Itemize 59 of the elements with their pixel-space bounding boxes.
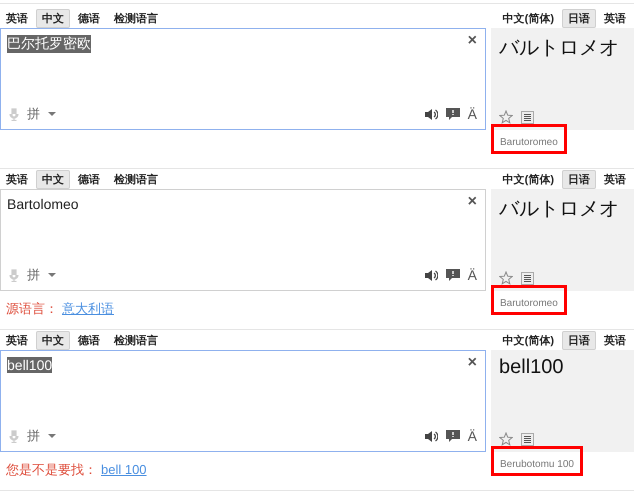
comment-icon[interactable] — [446, 268, 460, 282]
close-icon[interactable]: × — [468, 193, 477, 211]
language-tab[interactable]: 中文 — [36, 330, 70, 350]
comment-icon[interactable] — [446, 430, 460, 442]
input-field[interactable]: 巴尔托罗密欧 × 拼 Ä — [0, 28, 486, 130]
language-tab[interactable]: 中文(简体) — [496, 330, 560, 350]
romanization-text: Barutoromeo — [491, 285, 567, 315]
translation-text: バルトロメオ — [499, 197, 620, 222]
translation-text: バルトロメオ — [499, 36, 620, 61]
language-tab[interactable]: 检测语言 — [108, 170, 164, 188]
font-toggle-button[interactable]: Ä — [468, 267, 477, 283]
language-tab[interactable]: 英语 — [0, 170, 34, 188]
language-tab[interactable]: 检测语言 — [108, 8, 164, 28]
language-tab[interactable]: 日语 — [562, 8, 596, 28]
list-icon[interactable] — [521, 272, 534, 284]
input-text: 巴尔托罗密欧 — [7, 35, 91, 53]
comment-icon[interactable] — [446, 108, 460, 120]
input-text: bell100 — [7, 357, 52, 373]
list-icon[interactable] — [521, 110, 534, 124]
close-icon[interactable]: × — [468, 32, 477, 50]
speaker-icon[interactable] — [424, 108, 438, 120]
font-toggle-button[interactable]: Ä — [468, 106, 477, 122]
star-icon[interactable] — [499, 432, 513, 446]
list-icon[interactable] — [521, 432, 534, 446]
close-icon[interactable]: × — [468, 354, 477, 372]
notice-label: 源语言： — [6, 301, 58, 316]
input-text: Bartolomeo — [7, 196, 79, 212]
ime-button[interactable]: 拼 — [27, 266, 40, 284]
language-tab[interactable]: 英语 — [598, 170, 632, 188]
language-tab[interactable]: 中文 — [36, 170, 70, 188]
caret-icon[interactable] — [48, 112, 56, 116]
romanization-text: Barutoromeo — [491, 124, 567, 154]
language-tab[interactable]: 英语 — [0, 330, 34, 350]
input-field[interactable]: bell100 × 拼 Ä — [0, 350, 486, 452]
translation-text: bell100 — [499, 356, 565, 379]
star-icon[interactable] — [499, 110, 513, 124]
language-tab[interactable]: 英语 — [0, 8, 34, 28]
language-tab[interactable]: 德语 — [72, 170, 106, 188]
language-tab[interactable]: 日语 — [562, 330, 596, 350]
caret-icon[interactable] — [48, 434, 56, 438]
speaker-icon[interactable] — [424, 268, 438, 282]
language-tab[interactable]: 中文(简体) — [496, 8, 560, 28]
language-tab[interactable]: 英语 — [598, 8, 632, 28]
language-tab[interactable]: 中文 — [36, 8, 70, 28]
notice-label: 您是不是要找： — [6, 462, 97, 477]
language-tab[interactable]: 德语 — [72, 330, 106, 350]
ime-button[interactable]: 拼 — [27, 427, 40, 445]
language-tab[interactable]: 德语 — [72, 8, 106, 28]
input-field[interactable]: Bartolomeo × 拼 Ä — [0, 189, 486, 291]
romanization-text: Berubotomu 100 — [491, 446, 583, 476]
language-tab[interactable]: 检测语言 — [108, 330, 164, 350]
speaker-icon[interactable] — [424, 430, 438, 442]
star-icon[interactable] — [499, 271, 513, 285]
language-tab[interactable]: 中文(简体) — [496, 170, 560, 188]
ime-button[interactable]: 拼 — [27, 105, 40, 123]
font-toggle-button[interactable]: Ä — [468, 428, 477, 444]
caret-icon[interactable] — [48, 272, 56, 278]
language-tab[interactable]: 英语 — [598, 330, 632, 350]
language-tab[interactable]: 日语 — [562, 170, 596, 188]
